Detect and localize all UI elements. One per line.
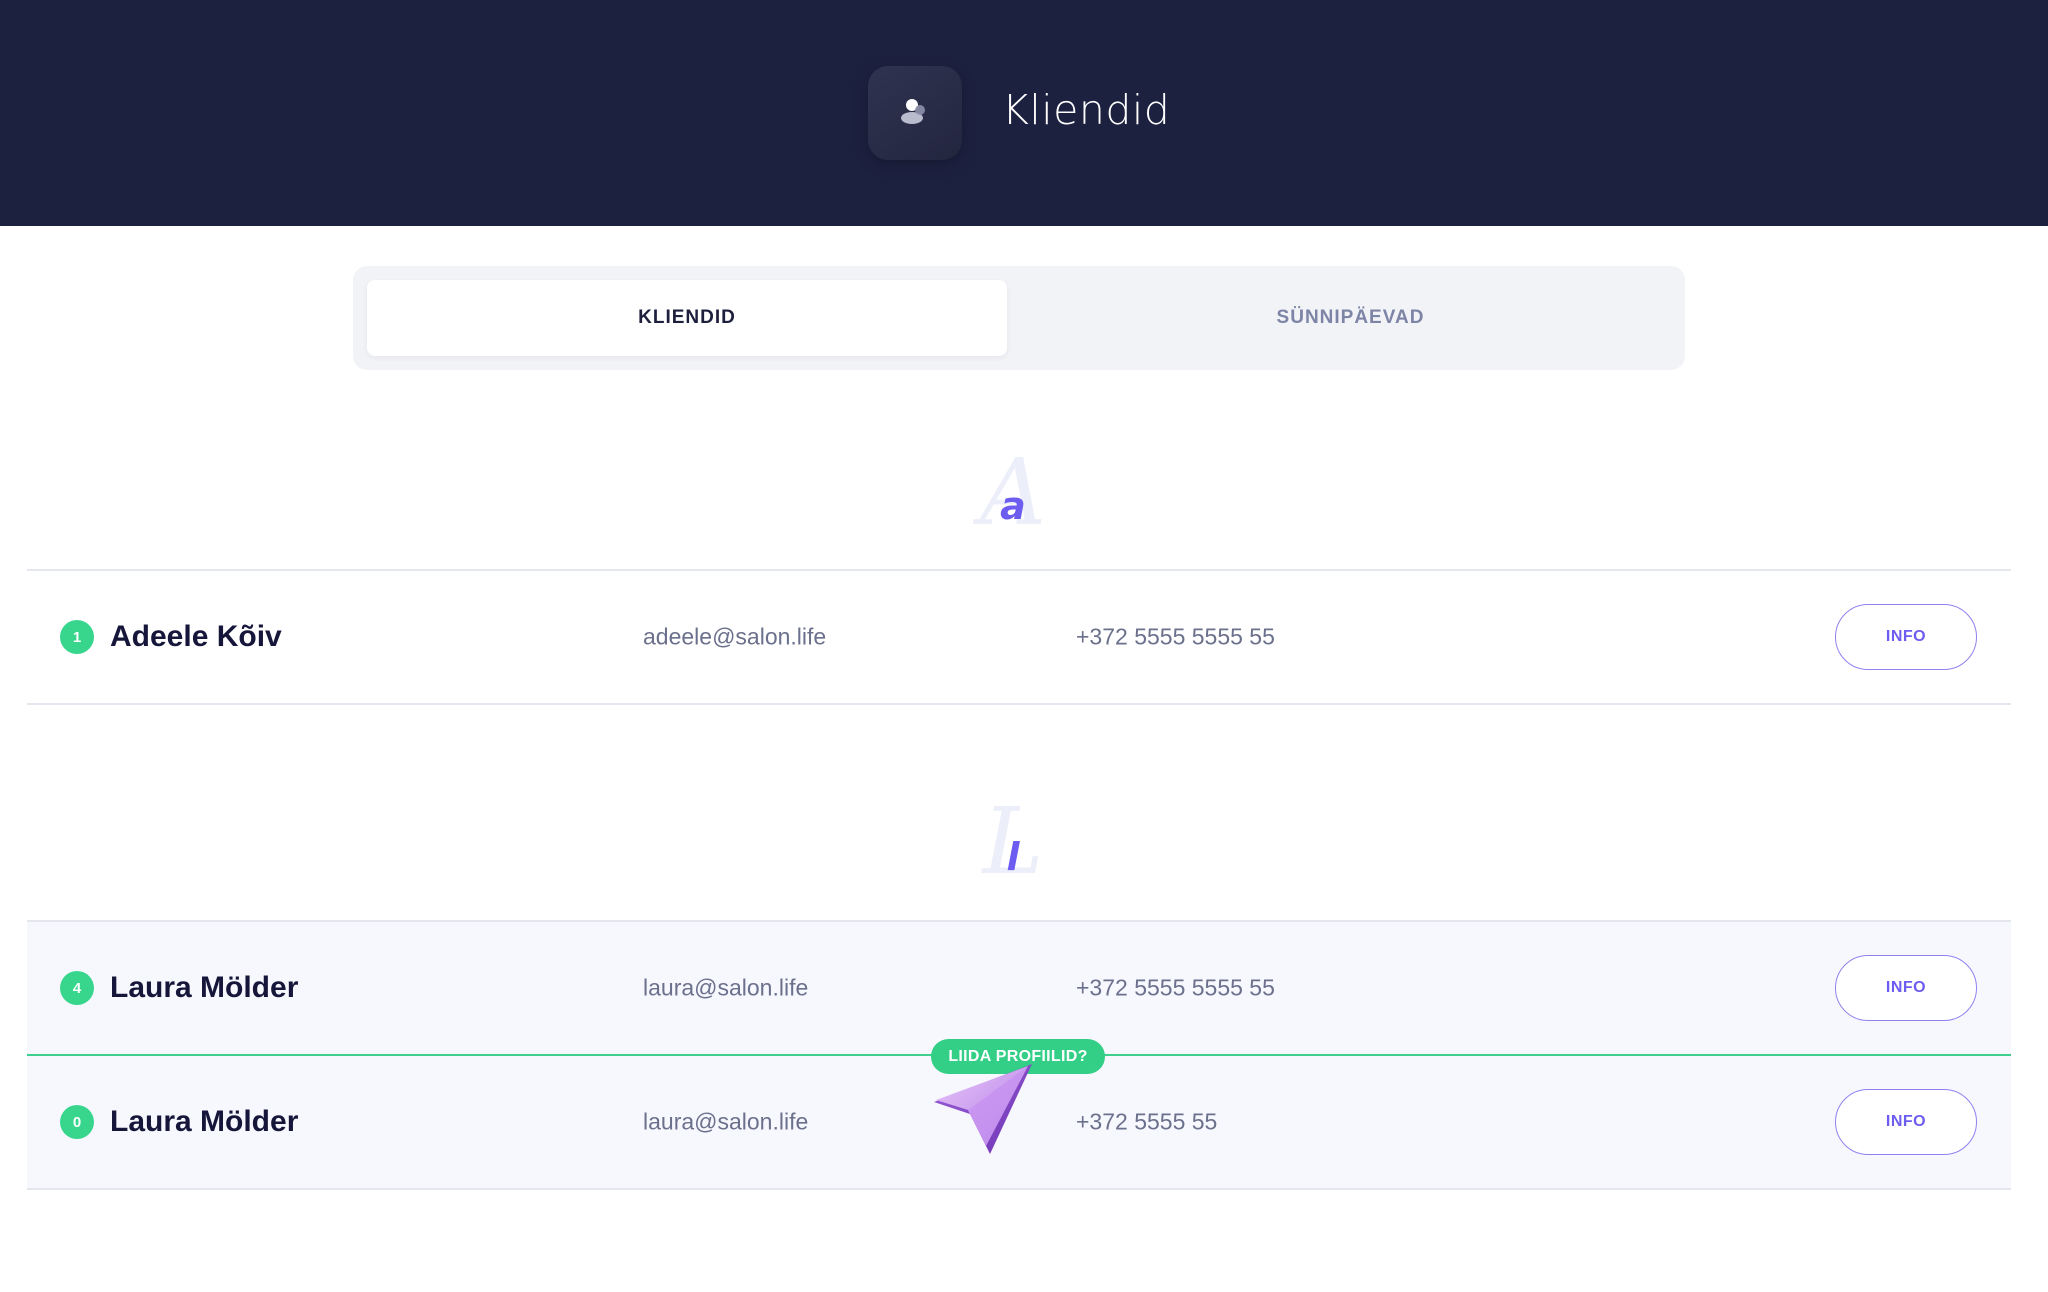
client-email: laura@salon.life <box>643 974 809 1001</box>
tab-kliendid[interactable]: KLIENDID <box>367 280 1007 356</box>
client-name: Adeele Kõiv <box>110 620 282 653</box>
client-name: Laura Mölder <box>110 1105 299 1138</box>
section-letter-l: L l <box>973 796 1053 888</box>
client-email: laura@salon.life <box>643 1108 809 1135</box>
info-button[interactable]: INFO <box>1835 1089 1977 1155</box>
tab-sunnipaevad[interactable]: SÜNNIPÄEVAD <box>1027 280 1674 356</box>
client-phone: +372 5555 5555 55 <box>1076 974 1275 1001</box>
user-icon <box>901 99 925 124</box>
section-letter-a: A a <box>973 447 1053 539</box>
client-row[interactable]: 1 Adeele Kõiv adeele@salon.life +372 555… <box>27 571 2011 703</box>
divider <box>27 703 2011 705</box>
tab-bar: KLIENDID SÜNNIPÄEVAD <box>353 266 1685 370</box>
count-badge: 4 <box>60 971 94 1005</box>
client-name: Laura Mölder <box>110 971 299 1004</box>
info-button[interactable]: INFO <box>1835 604 1977 670</box>
app-icon <box>868 66 962 160</box>
client-phone: +372 5555 5555 55 <box>1076 623 1275 650</box>
client-phone: +372 5555 55 <box>1076 1108 1218 1135</box>
count-badge: 0 <box>60 1105 94 1139</box>
divider <box>27 1188 2011 1190</box>
client-row[interactable]: 4 Laura Mölder laura@salon.life +372 555… <box>27 922 2011 1054</box>
count-badge: 1 <box>60 620 94 654</box>
page-title: Kliendid <box>1002 86 1171 134</box>
section-letter-small: l <box>1006 835 1020 879</box>
section-letter-small: a <box>1000 484 1026 528</box>
client-email: adeele@salon.life <box>643 623 827 650</box>
info-button[interactable]: INFO <box>1835 955 1977 1021</box>
pointer-cursor-icon <box>934 1064 1032 1154</box>
app-header: Kliendid <box>0 0 2048 226</box>
